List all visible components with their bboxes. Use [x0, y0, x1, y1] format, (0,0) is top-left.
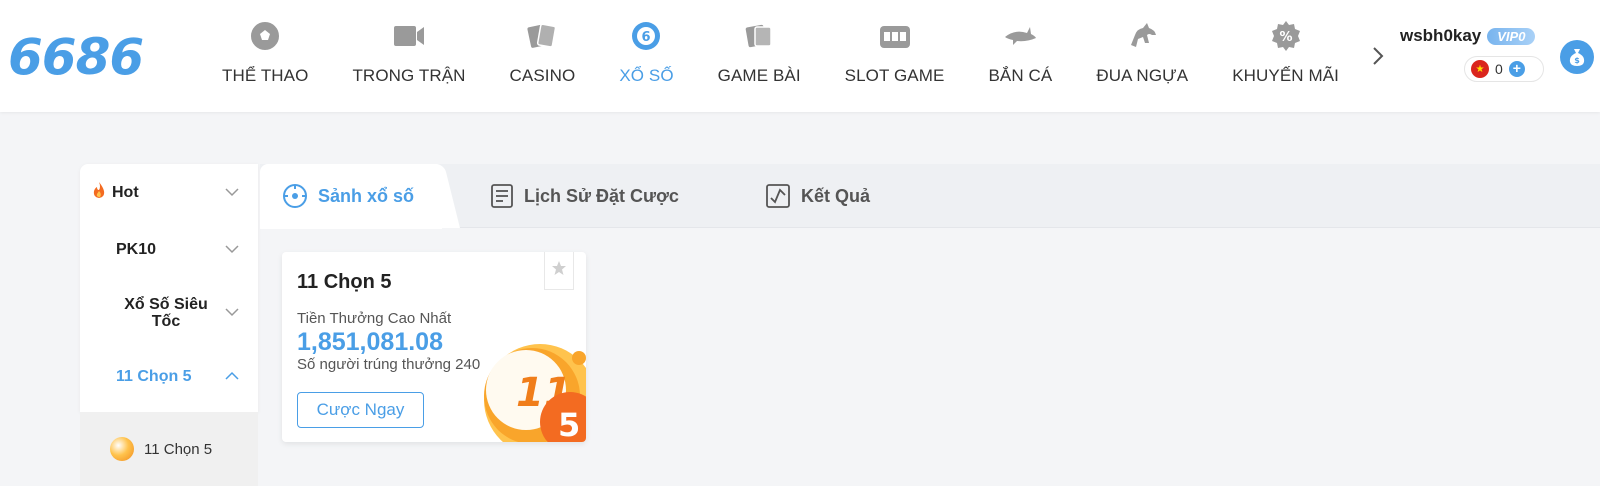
- user-info: wsbh0kay VIP0: [1400, 26, 1536, 46]
- category-list: Hot PK10 Xổ Số Siêu Tốc 11 Chọn 5: [80, 164, 258, 412]
- chevron-up-icon: [225, 371, 239, 380]
- sidebar-item-label: Hot: [112, 183, 139, 201]
- sidebar-item-xo-so-sieu-toc[interactable]: Xổ Số Siêu Tốc: [80, 278, 258, 348]
- winners-count: Số người trúng thưởng 240: [297, 356, 481, 373]
- svg-text:$: $: [1574, 56, 1580, 65]
- tab-lottery-hall[interactable]: Sảnh xổ số: [259, 164, 443, 229]
- prize-label: Tiền Thưởng Cao Nhất: [297, 310, 452, 327]
- chart-result-icon: [766, 184, 790, 208]
- lottery-ball-icon: [110, 437, 134, 461]
- sidebar-item-pk10[interactable]: PK10: [80, 221, 258, 278]
- main-nav: THỂ THAO TRONG TRẬN CASINO 6 XỔ SỐ GAME …: [200, 0, 1356, 112]
- deposit-plus-icon[interactable]: +: [1508, 61, 1525, 77]
- soccer-ball-icon: [247, 18, 283, 54]
- tab-bet-history[interactable]: Lịch Sử Đặt Cược: [490, 164, 679, 228]
- slot-machine-icon: [877, 18, 913, 54]
- horse-icon: [1124, 18, 1160, 54]
- lottery-ball-icon: 6: [628, 18, 664, 54]
- fire-icon: [92, 181, 108, 204]
- percent-icon: %: [1268, 18, 1304, 54]
- sidebar-item-11-chon-5[interactable]: 11 Chọn 5: [80, 348, 258, 405]
- nav-label: XỔ SỐ: [619, 66, 674, 85]
- nav-item-slot-game[interactable]: SLOT GAME: [823, 0, 967, 112]
- sidebar-item-label: PK10: [116, 240, 157, 258]
- nav-label: SLOT GAME: [844, 66, 945, 85]
- sidebar-item-label: Xổ Số Siêu Tốc: [124, 296, 208, 330]
- nav-label: THỂ THAO: [222, 66, 309, 85]
- nav-item-xo-so[interactable]: 6 XỔ SỐ: [597, 0, 695, 112]
- nav-label: GAME BÀI: [717, 66, 801, 85]
- nav-item-casino[interactable]: CASINO: [488, 0, 598, 112]
- username[interactable]: wsbh0kay: [1400, 26, 1481, 46]
- balance-box: ★ 0 +: [1464, 56, 1544, 82]
- sidebar-item-hot[interactable]: Hot: [80, 164, 258, 221]
- nav-label: ĐUA NGỰA: [1096, 66, 1189, 85]
- lottery-hall-icon: [283, 184, 307, 208]
- bet-now-button[interactable]: Cược Ngay: [297, 392, 424, 428]
- nav-item-trong-tran[interactable]: TRONG TRẬN: [330, 0, 487, 112]
- lottery-balls-illustration: 11 5: [484, 344, 586, 442]
- nav-item-dua-ngua[interactable]: ĐUA NGỰA: [1074, 0, 1210, 112]
- nav-item-khuyen-mai[interactable]: % KHUYẾN MÃI: [1210, 0, 1356, 112]
- sidebar-subitem-11-chon-5[interactable]: 11 Chọn 5: [80, 412, 258, 486]
- tab-label: Lịch Sử Đặt Cược: [524, 185, 679, 206]
- lottery-sidebar: Hot PK10 Xổ Số Siêu Tốc 11 Chọn 5 11 Chọ…: [80, 164, 258, 486]
- nav-label: CASINO: [509, 66, 576, 85]
- site-logo[interactable]: 6686: [8, 28, 144, 86]
- tab-results[interactable]: Kết Quả: [765, 164, 870, 228]
- shark-icon: [1002, 18, 1038, 54]
- playing-cards-icon: [524, 18, 560, 54]
- chevron-down-icon: [225, 188, 239, 197]
- nav-scroll-right-icon[interactable]: [1368, 44, 1388, 68]
- wallet-icon[interactable]: $: [1560, 40, 1594, 74]
- prize-value: 1,851,081.08: [297, 328, 443, 356]
- tab-label: Sảnh xổ số: [318, 185, 415, 206]
- nav-label: TRONG TRẬN: [352, 66, 466, 85]
- game-title: 11 Chọn 5: [297, 271, 392, 293]
- tab-label: Kết Quả: [801, 185, 871, 206]
- card-game-icon: [741, 18, 777, 54]
- ball-number: 5: [558, 406, 580, 442]
- sidebar-item-label: 11 Chọn 5: [116, 367, 192, 385]
- sidebar-subitem-label: 11 Chọn 5: [144, 440, 213, 458]
- chevron-down-icon: [225, 308, 239, 317]
- favorite-star-icon[interactable]: [544, 252, 574, 290]
- video-camera-icon: [391, 18, 427, 54]
- document-list-icon: [491, 184, 513, 208]
- svg-text:%: %: [1279, 30, 1292, 45]
- chevron-down-icon: [225, 245, 239, 254]
- svg-text:6: 6: [642, 30, 651, 45]
- nav-label: KHUYẾN MÃI: [1232, 66, 1339, 85]
- nav-label: BẮN CÁ: [988, 66, 1053, 85]
- nav-item-the-thao[interactable]: THỂ THAO: [200, 0, 330, 112]
- vietnam-flag-icon: ★: [1471, 60, 1489, 78]
- nav-item-ban-ca[interactable]: BẮN CÁ: [966, 0, 1074, 112]
- balance-value: 0: [1495, 61, 1503, 77]
- game-card-11-chon-5[interactable]: 11 Chọn 5 Tiền Thưởng Cao Nhất 1,851,081…: [282, 252, 586, 442]
- vip-badge[interactable]: VIP0: [1487, 27, 1536, 45]
- nav-item-game-bai[interactable]: GAME BÀI: [696, 0, 823, 112]
- lottery-tabs: Sảnh xổ số Lịch Sử Đặt Cược Kết Quả: [259, 164, 1600, 229]
- top-header: 6686 THỂ THAO TRONG TRẬN CASINO 6 XỔ SỐ: [0, 0, 1600, 112]
